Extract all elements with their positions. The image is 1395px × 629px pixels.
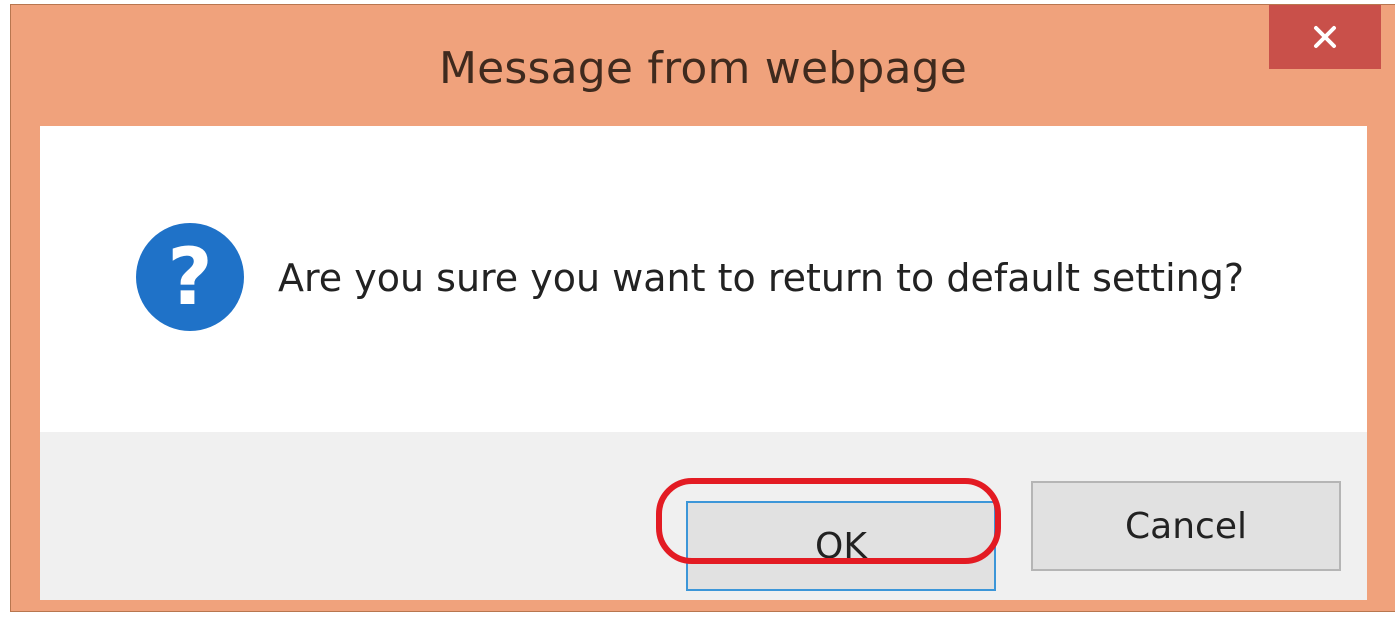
button-bar: OK Cancel: [40, 432, 1367, 600]
close-button[interactable]: [1269, 5, 1381, 69]
cancel-button[interactable]: Cancel: [1031, 481, 1341, 571]
dialog-title: Message from webpage: [438, 43, 968, 94]
svg-text:?: ?: [167, 233, 212, 323]
dialog-title-bar[interactable]: Message from webpage: [11, 5, 1395, 123]
message-area: ? Are you sure you want to return to def…: [40, 126, 1367, 432]
dialog-message: Are you sure you want to return to defau…: [278, 256, 1245, 300]
dialog-client-area: ? Are you sure you want to return to def…: [40, 126, 1367, 600]
message-dialog: Message from webpage ? Are you sure you …: [10, 4, 1395, 612]
ok-button[interactable]: OK: [686, 501, 996, 591]
question-icon: ?: [136, 223, 244, 331]
close-icon: [1314, 26, 1336, 48]
